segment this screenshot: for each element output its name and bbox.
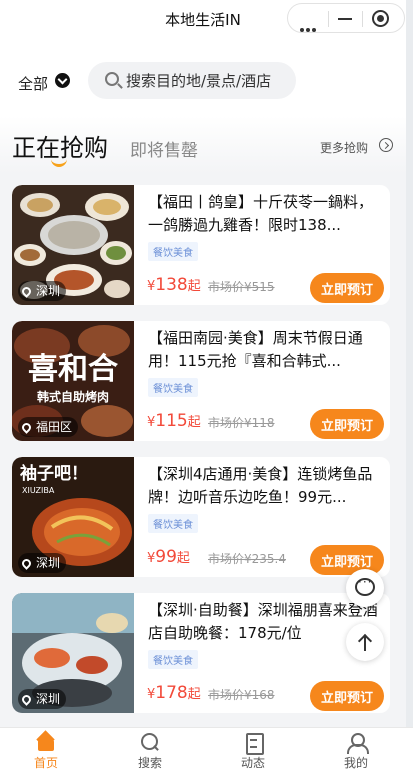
arrow-up-icon	[358, 633, 372, 651]
deal-card[interactable]: 袖子吧！ XIUZIBA 深圳 【深圳4店通用·美食】连锁烤鱼品牌！边听音乐边吃…	[12, 457, 390, 577]
chat-icon	[355, 575, 375, 596]
category-badge: 餐饮美食	[148, 650, 198, 669]
thumb-overlay-text: 韩式自助烤肉	[37, 389, 109, 404]
deal-image: 袖子吧！ XIUZIBA 深圳	[12, 457, 134, 577]
tabbar-item-feed[interactable]: 动态	[223, 732, 283, 771]
arrow-right-circle-icon[interactable]	[379, 138, 393, 152]
more-options-icon[interactable]	[300, 17, 318, 36]
minimize-icon[interactable]	[338, 18, 352, 20]
location-pin-icon	[20, 420, 33, 434]
deal-image: 喜和合 韩式自助烤肉 福田区	[12, 321, 134, 441]
book-now-button[interactable]: 立即预订	[310, 681, 384, 711]
location-tag: 深圳	[18, 281, 67, 301]
market-price: 市场价¥235.4	[208, 552, 286, 566]
miniprogram-capsule	[287, 3, 405, 33]
close-miniprogram-icon[interactable]	[372, 10, 389, 27]
chevron-down-icon[interactable]	[55, 73, 70, 88]
category-badge: 餐饮美食	[148, 242, 198, 261]
search-icon	[140, 732, 160, 752]
deal-image: 深圳	[12, 593, 134, 713]
thumb-overlay-text: XIUZIBA	[22, 486, 55, 495]
deal-title: 【深圳4店通用·美食】连锁烤鱼品牌！边听音乐边吃鱼！99元...	[148, 465, 373, 506]
deal-title: 【福田南园·美食】周末节假日通用！115元抢『喜和合韩式...	[148, 329, 363, 370]
deal-price: ¥99起	[147, 547, 190, 567]
market-price: 市场价¥168	[208, 688, 275, 702]
back-to-top-button[interactable]	[346, 623, 384, 661]
document-icon	[243, 732, 264, 755]
market-price: 市场价¥118	[208, 416, 275, 430]
search-box[interactable]	[88, 62, 296, 99]
tabbar-item-search[interactable]: 搜索	[120, 732, 180, 771]
active-tab-indicator	[51, 158, 67, 167]
location-tag: 福田区	[18, 417, 79, 437]
deal-card[interactable]: 喜和合 韩式自助烤肉 福田区 【福田南园·美食】周末节假日通用！115元抢『喜和…	[12, 321, 390, 441]
deal-tabs: 正在抢购 即将售罄 更多抢购	[0, 116, 413, 174]
deal-card[interactable]: 深圳 【福田丨鸽皇】十斤茯苓一鍋料，一鸽勝過九雞香！限时138... 餐饮美食 …	[12, 185, 390, 305]
more-deals-link[interactable]: 更多抢购	[320, 139, 368, 156]
home-icon	[36, 732, 56, 752]
thumb-overlay-text: 袖子吧！	[20, 463, 88, 484]
location-pin-icon	[20, 556, 33, 570]
location-tag: 深圳	[18, 689, 67, 709]
customer-service-button[interactable]	[346, 569, 384, 607]
deal-image: 深圳	[12, 185, 134, 305]
deal-price: ¥115起	[147, 411, 201, 431]
book-now-button[interactable]: 立即预订	[310, 273, 384, 303]
category-badge: 餐饮美食	[148, 514, 198, 533]
market-price: 市场价¥515	[208, 280, 275, 294]
deal-title: 【福田丨鸽皇】十斤茯苓一鍋料，一鸽勝過九雞香！限时138...	[148, 193, 374, 234]
location-tag: 深圳	[18, 553, 67, 573]
tabbar-item-mine[interactable]: 我的	[326, 732, 386, 771]
bottom-tab-bar: 首页 搜索 动态 我的	[0, 727, 413, 773]
city-selector[interactable]: 全部	[18, 73, 48, 94]
tabbar-item-home[interactable]: 首页	[16, 732, 76, 771]
background-strip	[406, 0, 413, 727]
search-bar: 全部	[0, 46, 413, 116]
search-input[interactable]	[126, 62, 291, 99]
location-pin-icon	[20, 284, 33, 298]
user-icon	[346, 732, 369, 754]
category-badge: 餐饮美食	[148, 378, 198, 397]
deal-card[interactable]: 深圳 【深圳·自助餐】深圳福朋喜来登酒店自助晚餐：178元/位 餐饮美食 ¥17…	[12, 593, 390, 713]
location-pin-icon	[20, 692, 33, 706]
app-title-bar: 本地生活IN	[0, 0, 413, 46]
tab-selling-out[interactable]: 即将售罄	[130, 136, 198, 161]
deal-price: ¥178起	[147, 683, 201, 703]
thumb-overlay-text: 喜和合	[28, 352, 118, 387]
search-icon	[105, 72, 119, 86]
book-now-button[interactable]: 立即预订	[310, 409, 384, 439]
deal-price: ¥138起	[147, 275, 201, 295]
